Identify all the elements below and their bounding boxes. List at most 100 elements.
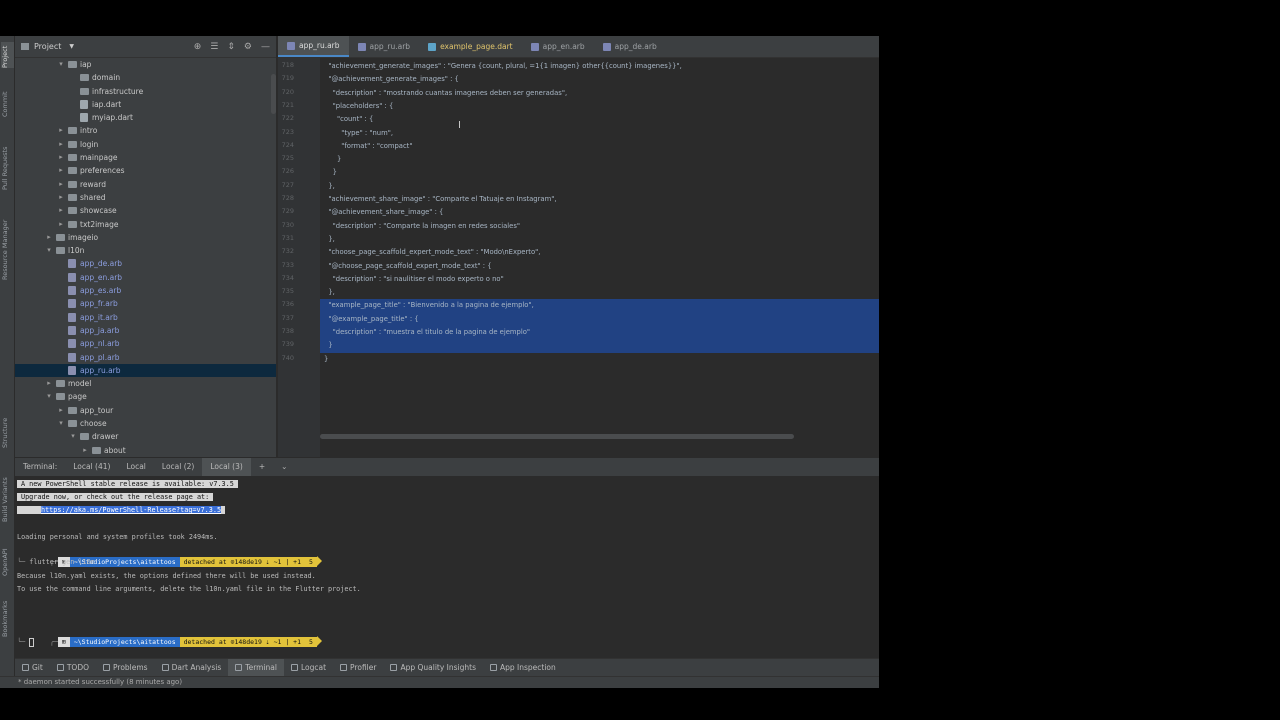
- tool-window-profiler[interactable]: Profiler: [333, 659, 383, 677]
- tree-item[interactable]: ▸ about: [15, 444, 276, 457]
- tool-window-terminal[interactable]: Terminal: [228, 658, 284, 677]
- code-line[interactable]: "format" : "compact": [320, 140, 879, 153]
- code-line[interactable]: "type" : "num",: [320, 127, 879, 140]
- code-line[interactable]: }: [320, 353, 879, 366]
- chevron-down-icon[interactable]: ▾: [69, 430, 77, 443]
- tree-item[interactable]: ▸ mainpage: [15, 151, 276, 164]
- chevron-down-icon[interactable]: ▾: [45, 390, 53, 403]
- code-line[interactable]: "@example_page_title" : {: [320, 312, 879, 326]
- tree-item[interactable]: ▸ preferences: [15, 164, 276, 177]
- code-line[interactable]: "description" : "muestra el titulo de la…: [320, 326, 879, 340]
- code-line[interactable]: "placeholders" : {: [320, 100, 879, 113]
- terminal-dropdown-button[interactable]: ⌄: [273, 458, 295, 476]
- tree-item[interactable]: ▾ drawer: [15, 430, 276, 443]
- tool-window-problems[interactable]: Problems: [96, 659, 155, 677]
- code-line[interactable]: },: [320, 180, 879, 193]
- project-scrollbar[interactable]: [271, 74, 276, 114]
- chevron-down-icon[interactable]: ▾: [45, 244, 53, 257]
- bookmarks-tool-tab[interactable]: Bookmarks: [1, 601, 14, 637]
- chevron-right-icon[interactable]: ▸: [57, 178, 65, 191]
- tree-item[interactable]: ▸ showcase: [15, 204, 276, 217]
- terminal-tab-active[interactable]: Local (3): [202, 458, 251, 476]
- tree-item[interactable]: app_nl.arb: [15, 337, 276, 350]
- release-link[interactable]: https://aka.ms/PowerShell-Release?tag=v7…: [41, 506, 222, 514]
- tree-item[interactable]: ▸ model: [15, 377, 276, 390]
- tree-item[interactable]: app_fr.arb: [15, 297, 276, 310]
- code-line[interactable]: }: [320, 339, 879, 353]
- code-line[interactable]: "@achievement_share_image" : {: [320, 206, 879, 219]
- chevron-right-icon[interactable]: ▸: [57, 124, 65, 137]
- tool-window-dart-analysis[interactable]: Dart Analysis: [155, 659, 229, 677]
- tree-item[interactable]: app_pl.arb: [15, 351, 276, 364]
- code-line[interactable]: "@achievement_generate_images" : {: [320, 73, 879, 86]
- code-line[interactable]: "achievement_generate_images" : "Genera …: [320, 60, 879, 73]
- tool-window-logcat[interactable]: Logcat: [284, 659, 333, 677]
- project-view-selector[interactable]: Project: [34, 42, 61, 51]
- chevron-down-icon[interactable]: ▾: [57, 417, 65, 430]
- code-line[interactable]: "description" : "si naulitiser el modo e…: [320, 273, 879, 286]
- terminal-tab[interactable]: Local (41): [65, 458, 118, 476]
- tool-window-app-quality-insights[interactable]: App Quality Insights: [383, 659, 483, 677]
- hide-panel-icon[interactable]: —: [261, 42, 270, 52]
- chevron-right-icon[interactable]: ▸: [45, 377, 53, 390]
- resource-manager-tool-tab[interactable]: Resource Manager: [1, 218, 14, 280]
- editor-tab[interactable]: example_page.dart: [419, 36, 522, 57]
- pull-requests-tool-tab[interactable]: Pull Requests: [1, 146, 14, 190]
- tree-item[interactable]: app_en.arb: [15, 271, 276, 284]
- terminal-tab[interactable]: Local (2): [154, 458, 202, 476]
- tree-item[interactable]: app_ru.arb: [15, 363, 276, 378]
- chevron-right-icon[interactable]: ▸: [57, 404, 65, 417]
- collapse-all-icon[interactable]: ☰: [210, 42, 218, 52]
- tree-item[interactable]: myiap.dart: [15, 111, 276, 124]
- editor-tab[interactable]: app_ru.arb: [349, 36, 420, 57]
- chevron-down-icon[interactable]: ▼: [69, 43, 74, 50]
- tree-item[interactable]: infrastructure: [15, 85, 276, 98]
- chevron-right-icon[interactable]: ▸: [57, 151, 65, 164]
- tree-item[interactable]: ▸ shared: [15, 191, 276, 204]
- new-terminal-button[interactable]: +: [251, 458, 273, 476]
- code-line[interactable]: "achievement_share_image" : "Comparte el…: [320, 193, 879, 206]
- tree-item[interactable]: app_ja.arb: [15, 324, 276, 337]
- build-variants-tool-tab[interactable]: Build Variants: [1, 476, 14, 522]
- tree-item[interactable]: app_es.arb: [15, 284, 276, 297]
- code-line[interactable]: }: [320, 166, 879, 179]
- code-line[interactable]: "count" : {: [320, 113, 879, 126]
- code-line[interactable]: },: [320, 286, 879, 299]
- commit-tool-tab[interactable]: Commit: [1, 91, 14, 117]
- code-line[interactable]: "description" : "mostrando cuantas image…: [320, 87, 879, 100]
- editor-horizontal-scrollbar[interactable]: [320, 434, 794, 439]
- tool-window-todo[interactable]: TODO: [50, 659, 96, 677]
- tree-item[interactable]: ▸ login: [15, 138, 276, 151]
- tree-item[interactable]: ▸ reward: [15, 178, 276, 191]
- code-line[interactable]: },: [320, 233, 879, 246]
- chevron-right-icon[interactable]: ▸: [57, 218, 65, 231]
- chevron-right-icon[interactable]: ▸: [57, 164, 65, 177]
- terminal-tab[interactable]: Local: [118, 458, 153, 476]
- tree-item[interactable]: domain: [15, 71, 276, 84]
- openapi-tool-tab[interactable]: OpenAPI: [1, 546, 14, 576]
- code-line[interactable]: "@choose_page_scaffold_expert_mode_text"…: [320, 260, 879, 273]
- tree-item[interactable]: ▸ imageio: [15, 231, 276, 244]
- tree-item[interactable]: ▾ l10n: [15, 244, 276, 257]
- tree-item[interactable]: ▸ app_tour: [15, 404, 276, 417]
- locate-icon[interactable]: ⊕: [194, 42, 202, 52]
- chevron-right-icon[interactable]: ▸: [57, 138, 65, 151]
- tree-item[interactable]: iap.dart: [15, 98, 276, 111]
- structure-tool-tab[interactable]: Structure: [1, 416, 14, 448]
- terminal-output[interactable]: A new PowerShell stable release is avail…: [15, 476, 879, 658]
- chevron-down-icon[interactable]: ▾: [57, 58, 65, 71]
- gear-icon[interactable]: ⚙: [244, 42, 252, 52]
- editor-tab[interactable]: app_ru.arb: [278, 36, 349, 57]
- chevron-right-icon[interactable]: ▸: [57, 204, 65, 217]
- tree-item[interactable]: ▾ page: [15, 390, 276, 403]
- editor-tab[interactable]: app_en.arb: [522, 36, 594, 57]
- code-line[interactable]: "choose_page_scaffold_expert_mode_text" …: [320, 246, 879, 259]
- project-tool-tab[interactable]: Project: [1, 42, 14, 68]
- chevron-right-icon[interactable]: ▸: [81, 444, 89, 457]
- tree-item[interactable]: ▸ intro: [15, 124, 276, 137]
- chevron-right-icon[interactable]: ▸: [45, 231, 53, 244]
- editor-tab[interactable]: app_de.arb: [594, 36, 666, 57]
- code-view[interactable]: "achievement_generate_images" : "Genera …: [320, 58, 879, 457]
- tree-item[interactable]: ▾ iap: [15, 58, 276, 71]
- code-line[interactable]: }: [320, 153, 879, 166]
